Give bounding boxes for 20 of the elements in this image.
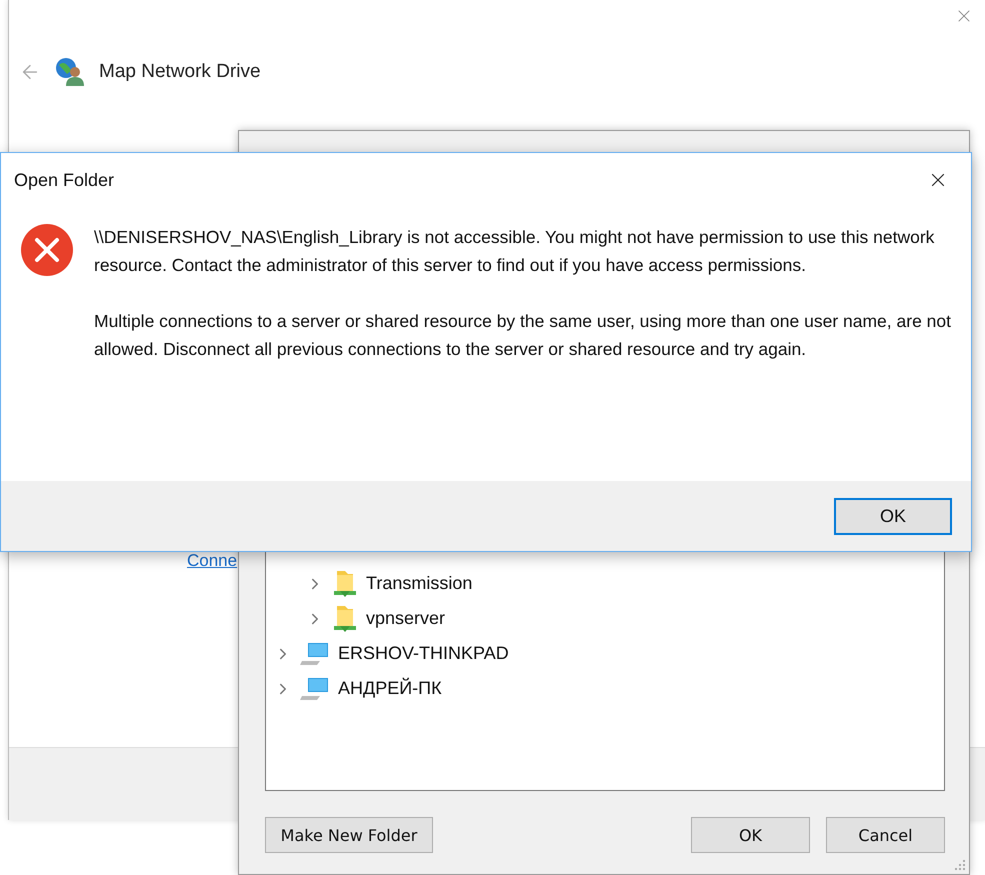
dialog-title: Open Folder <box>14 170 114 190</box>
shared-folder-icon <box>332 568 358 598</box>
connect-link[interactable]: Conne <box>187 551 238 570</box>
dialog-button[interactable]: Make New Folder <box>265 817 433 853</box>
tree-item-label[interactable]: vpnserver <box>366 608 446 629</box>
ok-button[interactable]: OK <box>834 498 952 534</box>
tree-item-label[interactable]: ERSHOV-THINKPAD <box>338 643 509 664</box>
error-icon <box>20 223 74 277</box>
window-title: Map Network Drive <box>99 61 261 83</box>
resize-grip-icon[interactable] <box>955 860 965 870</box>
globe-person-icon <box>55 57 85 87</box>
dialog-button[interactable]: Cancel <box>826 817 945 853</box>
computer-icon <box>300 640 330 666</box>
dialog-button[interactable]: OK <box>691 817 810 853</box>
shared-folder-icon <box>332 604 358 634</box>
computer-icon <box>300 676 330 702</box>
tree-item-label[interactable]: АНДРЕЙ-ПК <box>338 678 442 699</box>
tree-item-label[interactable]: Transmission <box>366 573 472 594</box>
error-message: \\DENISERSHOV_NAS\English_Library is not accessible. You might not have permission to use this network resource. Contact the administrator of this server to find out if you have access permissions. <box>94 226 936 277</box>
error-message: Multiple connections to a server or shared resource by the same user, using more than one user name, are not allowed. Disconnect all previous connections to the server or shared resource and try again. <box>94 310 952 361</box>
